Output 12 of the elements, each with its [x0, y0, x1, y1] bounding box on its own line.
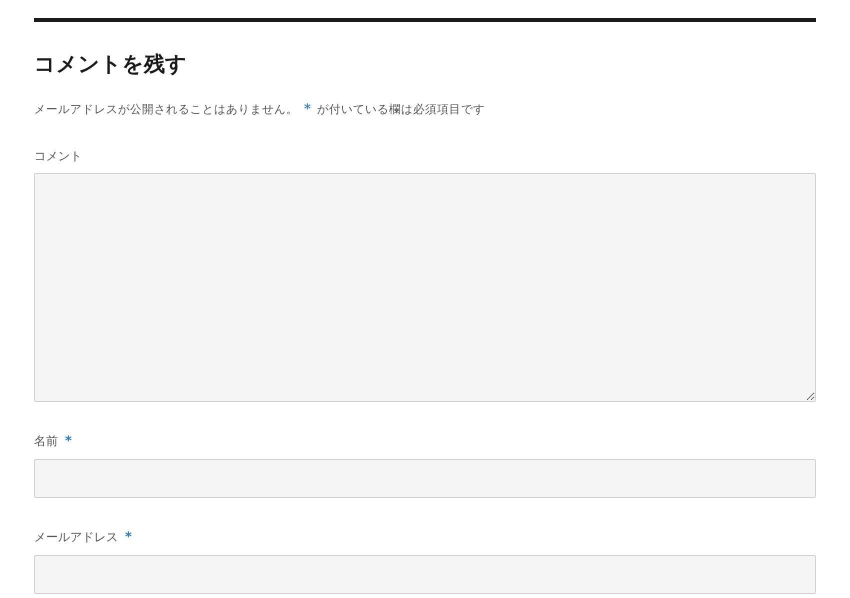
field-label: 名前	[34, 433, 58, 450]
section-heading: コメントを残す	[34, 51, 188, 78]
input-field[interactable]	[34, 459, 816, 498]
privacy-notice: メールアドレスが公開されることはありません。	[34, 101, 298, 118]
field-label: コメント	[34, 148, 82, 165]
field-label: メールアドレス	[34, 529, 118, 546]
comment-field[interactable]	[34, 173, 816, 402]
required-asterisk: *	[304, 101, 311, 119]
required-asterisk: *	[125, 529, 132, 547]
input-field[interactable]	[34, 555, 816, 594]
required-note: が付いている欄は必須項目です	[316, 101, 485, 118]
required-asterisk: *	[65, 433, 72, 451]
